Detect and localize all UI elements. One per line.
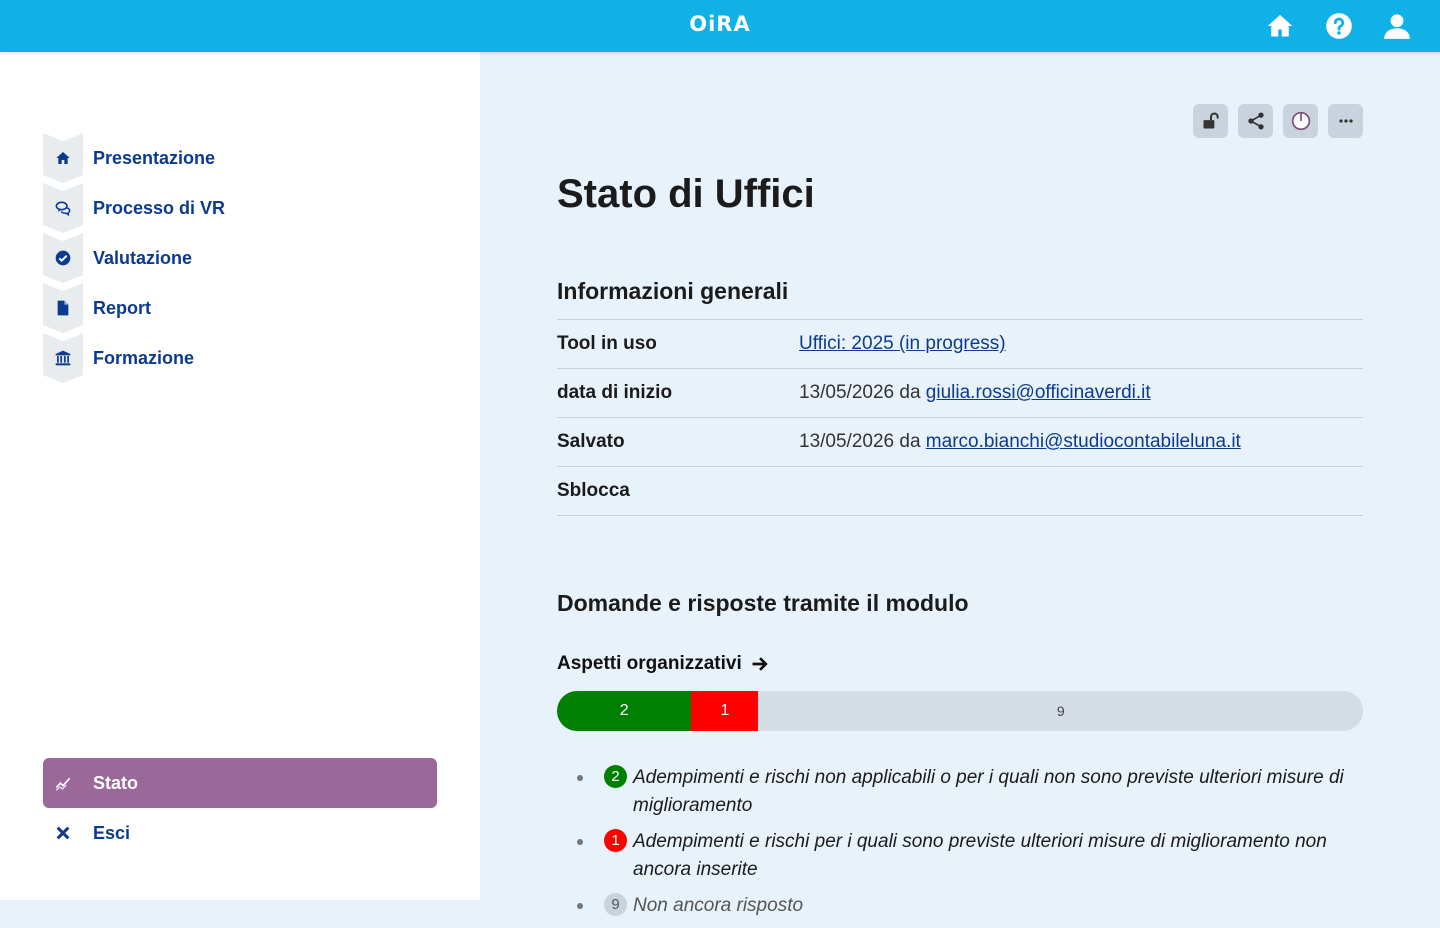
tool-link[interactable]: Uffici: 2025 (in progress): [799, 333, 1006, 354]
institution-icon: [55, 350, 71, 366]
general-info-title: Informazioni generali: [557, 278, 789, 304]
sidebar-item-formazione[interactable]: Formazione: [43, 333, 437, 383]
sidebar-tab: [43, 333, 83, 383]
general-info-table: Tool in uso Uffici: 2025 (in progress) d…: [557, 319, 1363, 516]
help-icon[interactable]: [1325, 12, 1353, 40]
table-row: Sblocca: [557, 466, 1363, 516]
info-key: Sblocca: [557, 466, 799, 516]
saver-email-link[interactable]: marco.bianchi@studiocontabileluna.it: [926, 431, 1241, 452]
legend-text: Adempimenti e rischi non applicabili o p…: [633, 767, 1344, 816]
table-row: Salvato 13/05/2026 da marco.bianchi@stud…: [557, 417, 1363, 467]
sidebar-item-processo-di-vr[interactable]: Processo di VR: [43, 183, 437, 233]
risk-count-badge: 1: [604, 829, 627, 852]
chart-icon: [43, 758, 83, 808]
sidebar: Presentazione Processo di VR Valutazione…: [0, 52, 480, 900]
info-key: Tool in uso: [557, 319, 799, 369]
top-bar: OiRA: [0, 0, 1440, 52]
category-link[interactable]: Aspetti organizzativi: [557, 653, 770, 675]
sidebar-item-label: Esci: [93, 822, 131, 843]
qa-title: Domande e risposte tramite il modulo: [557, 590, 969, 616]
sidebar-item-label: Formazione: [93, 347, 195, 368]
close-icon: [43, 808, 83, 858]
sidebar-item-label: Valutazione: [93, 247, 193, 268]
status-button[interactable]: [1283, 104, 1318, 138]
user-icon[interactable]: [1383, 12, 1411, 40]
progress-bar: 2 1 9: [557, 691, 1363, 731]
more-icon: [1338, 119, 1353, 123]
legend-text: Adempimenti e rischi per i quali sono pr…: [633, 831, 1327, 880]
info-value: [799, 466, 1363, 516]
start-date: 13/05/2026 da: [799, 382, 926, 403]
bullet: [577, 775, 583, 781]
progress-segment-todo: 9: [758, 691, 1363, 731]
oira-logo[interactable]: OiRA: [0, 12, 1440, 36]
sidebar-item-label: Presentazione: [93, 147, 216, 168]
chat-icon: [55, 201, 71, 216]
table-row: Tool in uso Uffici: 2025 (in progress): [557, 319, 1363, 369]
info-value: Uffici: 2025 (in progress): [799, 319, 1363, 369]
sidebar-tab: [43, 133, 83, 183]
document-icon: [57, 300, 69, 316]
share-icon: [1247, 112, 1264, 130]
list-item: 2 Adempimenti e rischi non applicabili o…: [557, 764, 1363, 820]
sidebar-item-label: Stato: [93, 772, 138, 793]
sidebar-item-presentazione[interactable]: Presentazione: [43, 133, 437, 183]
more-button[interactable]: [1328, 104, 1363, 138]
sidebar-item-report[interactable]: Report: [43, 283, 437, 333]
todo-count-badge: 9: [604, 893, 627, 916]
page-title: Stato di Uffici: [557, 172, 815, 216]
table-row: data di inizio 13/05/2026 da giulia.ross…: [557, 368, 1363, 418]
list-item: 9 Non ancora risposto: [557, 892, 1363, 920]
saved-date: 13/05/2026 da: [799, 431, 926, 452]
home-icon[interactable]: [1266, 12, 1294, 40]
sidebar-item-label: Report: [93, 297, 151, 318]
bullet: [577, 839, 583, 845]
sidebar-tab: [43, 283, 83, 333]
arrow-right-icon: [752, 657, 768, 671]
sidebar-item-stato[interactable]: Stato: [43, 758, 437, 808]
unlock-icon: [1203, 112, 1219, 129]
info-key: Salvato: [557, 417, 799, 467]
check-circle-icon: [55, 250, 71, 266]
sidebar-item-label: Processo di VR: [93, 197, 226, 218]
status-icon: [1291, 111, 1310, 131]
bullet: [577, 903, 583, 909]
category-title: Aspetti organizzativi: [557, 653, 742, 674]
main-content: Stato di Uffici Informazioni generali To…: [480, 52, 1440, 916]
creator-email-link[interactable]: giulia.rossi@officinaverdi.it: [926, 382, 1151, 403]
legend-text: Non ancora risposto: [633, 895, 804, 916]
sidebar-item-valutazione[interactable]: Valutazione: [43, 233, 437, 283]
unlock-button[interactable]: [1193, 104, 1228, 138]
progress-segment-risk: 1: [691, 691, 759, 731]
info-value: 13/05/2026 da giulia.rossi@officinaverdi…: [799, 368, 1363, 418]
sidebar-tab: [43, 183, 83, 233]
status-legend: 2 Adempimenti e rischi non applicabili o…: [557, 764, 1363, 928]
sidebar-item-esci[interactable]: Esci: [43, 808, 437, 858]
list-item: 1 Adempimenti e rischi per i quali sono …: [557, 828, 1363, 884]
ok-count-badge: 2: [604, 765, 627, 788]
progress-segment-ok: 2: [557, 691, 692, 731]
info-value: 13/05/2026 da marco.bianchi@studiocontab…: [799, 417, 1363, 467]
home-icon: [56, 152, 70, 164]
share-button[interactable]: [1238, 104, 1273, 138]
sidebar-tab: [43, 233, 83, 283]
info-key: data di inizio: [557, 368, 799, 418]
